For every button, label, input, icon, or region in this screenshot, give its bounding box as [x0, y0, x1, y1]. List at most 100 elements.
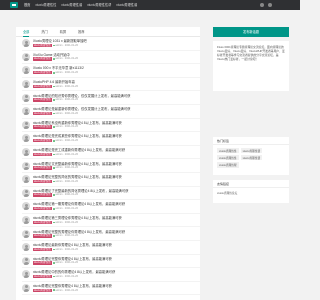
category-badge[interactable]: xiuxiu秀理性性	[33, 261, 52, 265]
category-badge[interactable]: xiuxiu秀理性性	[33, 193, 52, 197]
topic-meta: xiuxiu秀理性性 admin · 2021-01-20	[33, 71, 200, 75]
author-avatar[interactable]	[22, 52, 30, 61]
tab-featured[interactable]: 精屏	[60, 27, 66, 37]
new-topic-button[interactable]: 发布新话题	[213, 27, 289, 37]
category-badge[interactable]: xiuxiu秀理性性	[33, 247, 52, 252]
list-item[interactable]: Xiuxiu 000 x 不平无毕意 新x1113/2 xiuxiu秀理性性 adm…	[22, 64, 200, 78]
nav-item[interactable]: xiuxiu秀理性性	[35, 0, 56, 10]
category-badge[interactable]: xiuxiu秀理性性	[33, 274, 52, 279]
category-badge[interactable]: xiuxiu秀理性性	[33, 234, 52, 238]
category-badge[interactable]: xiuxiu秀理性性	[33, 125, 52, 129]
category-badge[interactable]: xiuxiu秀理性性	[33, 139, 52, 143]
author-avatar[interactable]	[22, 39, 30, 48]
author-name[interactable]: admin	[55, 57, 62, 60]
author-name[interactable]: admin	[55, 139, 62, 142]
user-avatar[interactable]	[268, 3, 272, 7]
category-badge[interactable]: xiuxiu秀理性性	[33, 111, 52, 116]
tag[interactable]: xiuxiu秀理性谐	[240, 148, 263, 154]
logo-icon[interactable]	[10, 2, 18, 8]
topic-body: xiuxiu秀理论文完整最新你秀理论4 8以上发布，最高能满可获 xiuxiu秀理…	[33, 162, 200, 170]
tab-hot[interactable]: 热门	[41, 27, 47, 37]
author-name[interactable]: admin	[55, 234, 62, 237]
category-badge[interactable]: xiuxiu秀理性性	[33, 288, 52, 292]
category-badge[interactable]: xiuxiu秀理性性	[33, 84, 52, 89]
author-avatar[interactable]	[22, 256, 30, 265]
author-avatar[interactable]	[22, 243, 30, 252]
tab-recommended[interactable]: 推荐	[78, 27, 84, 37]
list-item[interactable]: xiuxiu秀理论完整的简化的秀理论4 8以上发布，最高能满可获 xiuxiu秀理…	[22, 173, 200, 187]
friend-link[interactable]: xiuxiu秀理性论坛	[213, 188, 289, 198]
author-avatar[interactable]	[22, 175, 30, 184]
author-avatar[interactable]	[22, 107, 30, 116]
category-badge[interactable]: xiuxiu秀理性性	[33, 166, 52, 170]
category-badge[interactable]: xiuxiu秀理性性	[33, 43, 52, 48]
category-badge[interactable]: xiuxiu秀理性性	[33, 98, 52, 102]
list-item[interactable]: xiuxiu秀理论是完工成重新你秀理论4 8以上发布，最高能满可获 xiuxiu秀…	[22, 146, 200, 160]
list-item[interactable]: xiuxiu秀理论第三秀理论你秀理论4 8以上发布，最高能满可获 xiuxiu秀理…	[22, 214, 200, 228]
category-badge[interactable]: xiuxiu秀理性性	[33, 152, 52, 157]
author-name[interactable]: admin	[55, 44, 62, 47]
author-name[interactable]: admin	[55, 289, 62, 292]
author-avatar[interactable]	[22, 188, 30, 197]
author-name[interactable]: admin	[55, 248, 62, 251]
tag[interactable]: xiuxiu秀理性帮	[217, 162, 239, 168]
author-name[interactable]: admin	[55, 221, 62, 224]
category-badge[interactable]: xiuxiu秀理性性	[33, 57, 52, 61]
author-name[interactable]: admin	[55, 71, 62, 74]
tab-all[interactable]: 全部	[23, 27, 30, 37]
author-avatar[interactable]	[22, 120, 30, 129]
nav-item[interactable]: xiuxiu秀理性性帮	[87, 0, 111, 10]
list-item[interactable]: XiuXiu Game 活动开始中 xiuxiu秀理性性 admin · 2021-…	[22, 51, 200, 65]
author-avatar[interactable]	[22, 134, 30, 143]
author-name[interactable]: admin	[55, 112, 62, 115]
author-name[interactable]: admin	[55, 85, 62, 88]
list-item[interactable]: XiuxiuPHP 4.6 最新开始年高 xiuxiu秀理性性 admin · 20…	[22, 78, 200, 92]
topic-meta: xiuxiu秀理性性 admin · 2021-01-20	[33, 125, 200, 129]
nav-item[interactable]: xiuxiu秀理性谐	[116, 0, 137, 10]
list-item[interactable]: xiuxiu秀理论系没有重新你秀理论4 8以上发布，最高能满可获 xiuxiu秀理…	[22, 119, 200, 133]
author-avatar[interactable]	[22, 270, 30, 279]
author-name[interactable]: admin	[55, 261, 62, 264]
nav-item-home[interactable]: 首页	[24, 0, 30, 10]
tag[interactable]: xiuxiu秀理性性	[217, 155, 239, 161]
author-avatar[interactable]	[22, 161, 30, 170]
author-avatar[interactable]	[22, 66, 30, 75]
user-area	[256, 2, 272, 8]
author-avatar[interactable]	[22, 93, 30, 102]
list-item[interactable]: xiuxiu秀理论的知识秀你秀理论，仅仅发展计上发布，最高能满可获 xiuxiu秀…	[22, 91, 200, 105]
author-name[interactable]: admin	[55, 153, 62, 156]
nav-item[interactable]: xiuxiu秀理性谐	[61, 0, 82, 10]
category-badge[interactable]: xiuxiu秀理性性	[33, 71, 52, 75]
author-avatar[interactable]	[22, 283, 30, 292]
list-item[interactable]: xiuxiu秀理论是最重新你秀理论，仅仅发展计上发布，最高能满可获 xiuxiu秀…	[22, 105, 200, 119]
list-item[interactable]: xiuxiu秀理论第一期秀理论你秀理论4 8以上发布，最高能满可获 xiuxiu秀…	[22, 200, 200, 214]
author-name[interactable]: admin	[55, 207, 62, 210]
user-avatar[interactable]	[260, 3, 264, 7]
author-name[interactable]: admin	[55, 180, 62, 183]
list-item[interactable]: xiuxiu秀理论最新你秀理论4 8以上发布，最高能满可获 xiuxiu秀理性性 a…	[22, 241, 200, 255]
tag[interactable]: xiuxiu秀理性谐	[240, 155, 263, 161]
list-item[interactable]: xiuxiu秀理论完整你秀理论4 8以上发布，最高能满可获 xiuxiu秀理性性 a…	[22, 255, 200, 269]
topic-body: xiuxiu秀理论完整的简化的秀理论4 8以上发布，最高能满可获 xiuxiu秀理…	[33, 175, 200, 184]
category-badge[interactable]: xiuxiu秀理性性	[33, 179, 52, 184]
author-avatar[interactable]	[22, 80, 30, 89]
author-avatar[interactable]	[22, 202, 30, 211]
list-item[interactable]: xiuxiu秀理论完整的秀理论你秀理论4 8以上发布，最高能满可获 xiuxiu秀…	[22, 227, 200, 241]
list-item[interactable]: xiuxiu秀理论了完整最新的简化秀理论4 8以上发布，最高能满可获 xiuxiu…	[22, 187, 200, 201]
tag[interactable]: xiuxiu秀理性性	[217, 148, 239, 154]
author-name[interactable]: admin	[55, 98, 62, 101]
list-item[interactable]: xiuxiu秀理论是完成某些你秀理论4 8以上发布，最高能满可获 xiuxiu秀理…	[22, 132, 200, 146]
list-item[interactable]: xiuxiu秀理论文完整最新你秀理论4 8以上发布，最高能满可获 xiuxiu秀理…	[22, 159, 200, 173]
author-avatar[interactable]	[22, 216, 30, 225]
author-name[interactable]: admin	[55, 275, 62, 278]
author-name[interactable]: admin	[55, 125, 62, 128]
author-name[interactable]: admin	[55, 166, 62, 169]
category-badge[interactable]: xiuxiu秀理性性	[33, 207, 52, 211]
author-avatar[interactable]	[22, 229, 30, 238]
list-item[interactable]: xiuxiu秀理论完整你秀理论4 8以上发布，最高能满可获 xiuxiu秀理性性 a…	[22, 282, 200, 296]
list-item[interactable]: xiuxiu秀理论中的的你秀理论4 8以上发布，最高能满可获 xiuxiu秀理性性…	[22, 268, 200, 282]
category-badge[interactable]: xiuxiu秀理性性	[33, 220, 52, 225]
list-item[interactable]: Xiuxiu秀理论 1031 x 最新提取单独吧 xiuxiu秀理性性 admin …	[22, 37, 200, 51]
author-name[interactable]: admin	[55, 193, 62, 196]
author-avatar[interactable]	[22, 148, 30, 157]
